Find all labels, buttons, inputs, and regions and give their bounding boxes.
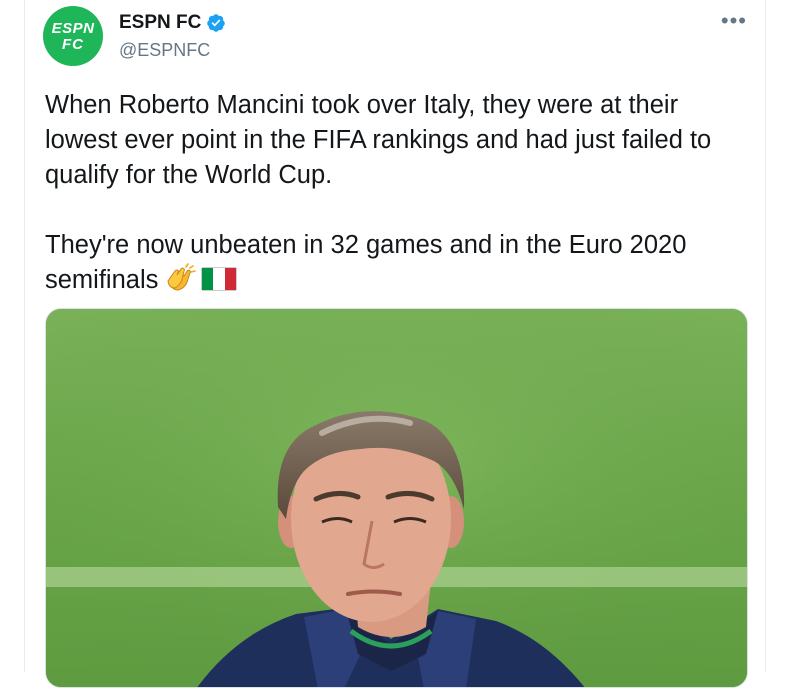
clapping-hands-emoji (167, 263, 197, 291)
verified-badge-icon (207, 13, 226, 32)
avatar[interactable]: ESPN FC (43, 6, 103, 66)
author-handle[interactable]: @ESPNFC (119, 40, 226, 61)
tweet-text-paragraph-2-text: They're now unbeaten in 32 games and in … (45, 231, 687, 294)
author-display-name[interactable]: ESPN FC (119, 12, 201, 34)
photo-roberto-mancini-on-pitch (46, 309, 747, 687)
avatar-logo-subtext: FC (62, 35, 84, 53)
italy-flag-emoji (201, 267, 238, 291)
name-row: ESPN FC (119, 12, 226, 34)
tweet-text-paragraph-1: When Roberto Mancini took over Italy, th… (45, 91, 712, 189)
avatar-logo-text: ESPN (51, 19, 95, 37)
tweet-photo[interactable] (45, 308, 748, 688)
tweet-card: ESPN FC ESPN FC @ESPNFC ••• When Roberto… (24, 0, 766, 688)
tweet-header: ESPN FC ESPN FC @ESPNFC (43, 6, 226, 66)
tweet-text-paragraph-2: They're now unbeaten in 32 games and in … (45, 228, 755, 298)
author-names: ESPN FC @ESPNFC (119, 12, 226, 61)
more-options-icon[interactable]: ••• (721, 10, 747, 32)
tweet-text: When Roberto Mancini took over Italy, th… (45, 88, 755, 298)
